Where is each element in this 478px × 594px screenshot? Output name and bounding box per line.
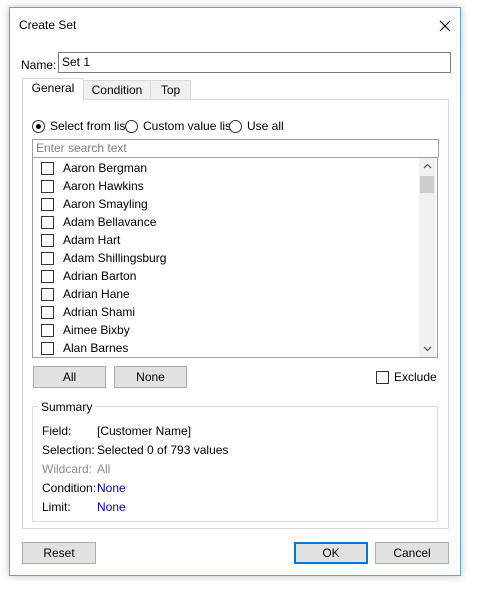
summary-group — [32, 406, 438, 522]
list-item-label: Aaron Bergman — [63, 161, 148, 175]
summary-limit-value[interactable]: None — [97, 500, 126, 514]
exclude-checkbox[interactable]: Exclude — [376, 370, 437, 384]
radio-custom-value-list[interactable]: Custom value list — [125, 118, 234, 134]
value-list: Aaron Bergman Aaron Hawkins Aaron Smayli… — [32, 157, 438, 358]
list-item[interactable]: Alan Barnes — [33, 339, 419, 357]
radio-use-all[interactable]: Use all — [229, 118, 284, 134]
scrollbar-thumb[interactable] — [420, 176, 434, 193]
list-item[interactable]: Aaron Hawkins — [33, 177, 419, 195]
checkbox[interactable] — [376, 370, 389, 384]
list-item[interactable]: Adrian Shami — [33, 303, 419, 321]
tab-top[interactable]: Top — [150, 80, 191, 100]
list-item-label: Adam Bellavance — [63, 215, 157, 229]
chevron-up-icon[interactable] — [419, 158, 436, 175]
list-item[interactable]: Adrian Barton — [33, 267, 419, 285]
radio-label: Select from list — [50, 119, 129, 133]
list-item-label: Aaron Smayling — [63, 197, 148, 211]
list-item[interactable]: Adrian Hane — [33, 285, 419, 303]
summary-wildcard-value: All — [97, 462, 111, 476]
summary-wildcard-label: Wildcard: — [42, 462, 93, 476]
summary-limit-label: Limit: — [42, 500, 71, 514]
tab-general[interactable]: General — [22, 78, 84, 101]
list-item-label: Aimee Bixby — [63, 323, 130, 337]
name-input[interactable]: Set 1 — [58, 52, 451, 73]
vertical-scrollbar[interactable] — [419, 158, 436, 357]
ok-button[interactable]: OK — [294, 542, 368, 564]
list-item[interactable]: Aimee Bixby — [33, 321, 419, 339]
close-icon[interactable] — [434, 15, 456, 37]
radio-label: Custom value list — [143, 119, 235, 133]
checkbox[interactable] — [41, 197, 54, 211]
exclude-label: Exclude — [394, 370, 437, 384]
checkbox[interactable] — [41, 269, 54, 283]
checkbox[interactable] — [41, 251, 54, 265]
checkbox[interactable] — [41, 305, 54, 319]
radio-button[interactable] — [32, 119, 45, 133]
list-item-label: Alan Barnes — [63, 341, 129, 355]
list-item[interactable]: Aaron Bergman — [33, 159, 419, 177]
list-item-label: Adam Shillingsburg — [63, 251, 167, 265]
all-button[interactable]: All — [33, 366, 106, 388]
dialog-title: Create Set — [19, 18, 77, 32]
search-input[interactable]: Enter search text — [32, 139, 439, 157]
checkbox[interactable] — [41, 161, 54, 175]
tab-condition[interactable]: Condition — [83, 80, 151, 100]
list-item[interactable]: Aaron Smayling — [33, 195, 419, 213]
summary-field-value: [Customer Name] — [97, 424, 192, 438]
summary-title: Summary — [38, 400, 96, 414]
chevron-down-icon[interactable] — [419, 340, 436, 357]
checkbox[interactable] — [41, 287, 54, 301]
name-label: Name: — [21, 58, 57, 72]
summary-condition-value[interactable]: None — [97, 481, 126, 495]
list-item-label: Adam Hart — [63, 233, 121, 247]
summary-field-label: Field: — [42, 424, 72, 438]
checkbox[interactable] — [41, 179, 54, 193]
summary-selection-label: Selection: — [42, 443, 95, 457]
checkbox[interactable] — [41, 233, 54, 247]
summary-condition-label: Condition: — [42, 481, 97, 495]
list-item-label: Adrian Hane — [63, 287, 130, 301]
list-item[interactable]: Adam Bellavance — [33, 213, 419, 231]
list-item-label: Aaron Hawkins — [63, 179, 144, 193]
radio-select-from-list[interactable]: Select from list — [32, 118, 129, 134]
list-item[interactable]: Adam Shillingsburg — [33, 249, 419, 267]
list-item-label: Adrian Shami — [63, 305, 136, 319]
checkbox[interactable] — [41, 215, 54, 229]
radio-button[interactable] — [125, 119, 138, 133]
list-item[interactable]: Adam Hart — [33, 231, 419, 249]
reset-button[interactable]: Reset — [22, 542, 96, 564]
create-set-dialog: Create Set Name: Set 1 General Condition… — [9, 7, 461, 576]
radio-button[interactable] — [229, 119, 242, 133]
checkbox[interactable] — [41, 323, 54, 337]
title-bar: Create Set — [10, 8, 460, 42]
checkbox[interactable] — [41, 341, 54, 355]
cancel-button[interactable]: Cancel — [375, 542, 449, 564]
none-button[interactable]: None — [114, 366, 187, 388]
list-item-label: Adrian Barton — [63, 269, 137, 283]
radio-label: Use all — [247, 119, 284, 133]
summary-selection-value: Selected 0 of 793 values — [97, 443, 229, 457]
